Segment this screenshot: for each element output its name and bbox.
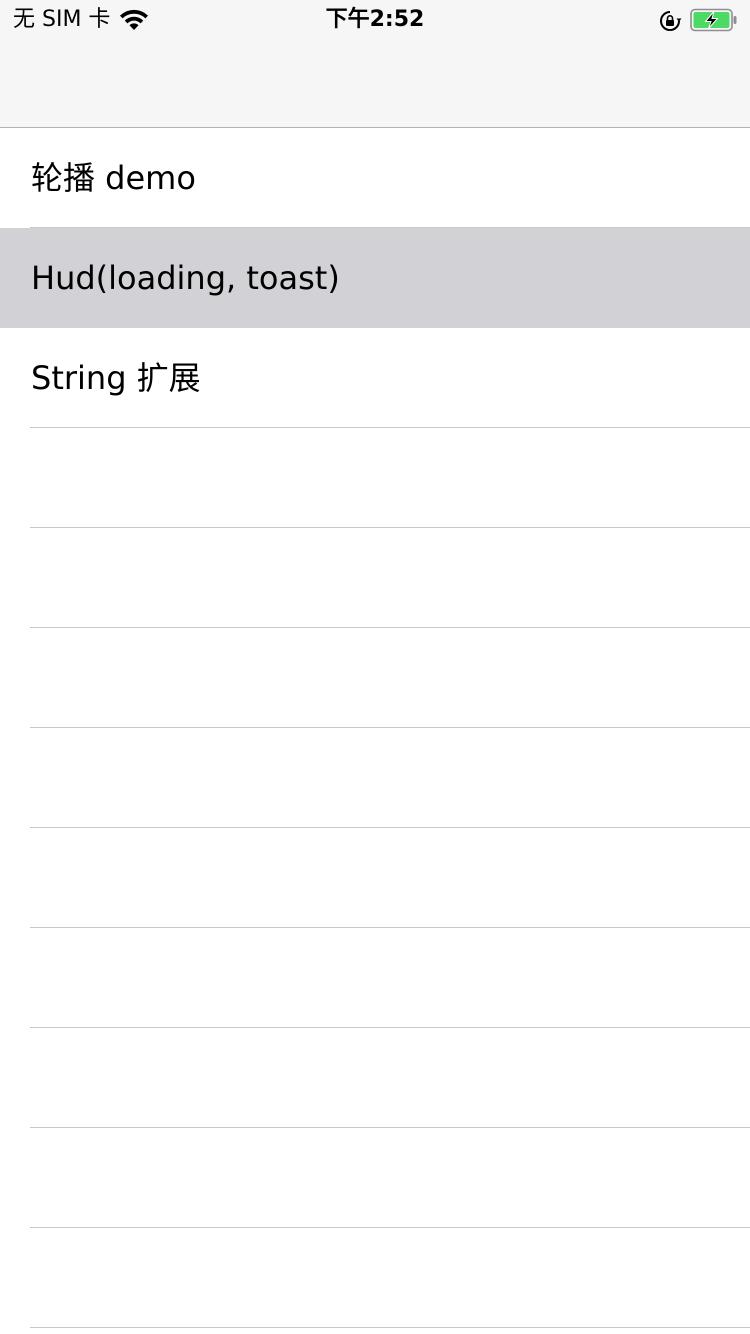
status-bar: 无 SIM 卡 下午2:52 <box>0 0 750 40</box>
row-label: 轮播 demo <box>31 159 196 197</box>
empty-row <box>0 628 750 728</box>
row-separator <box>30 1327 750 1328</box>
table-row[interactable]: Hud(loading, toast) <box>0 228 750 328</box>
empty-row <box>0 528 750 628</box>
row-label: Hud(loading, toast) <box>31 259 340 297</box>
battery-charging-icon <box>690 8 737 32</box>
rotation-lock-icon <box>660 11 682 31</box>
empty-row <box>0 1028 750 1128</box>
table-row[interactable]: String 扩展 <box>0 328 750 428</box>
empty-row <box>0 728 750 828</box>
app-screen: 无 SIM 卡 下午2:52 轮播 demo Hud(loading, toas… <box>0 0 750 1334</box>
navigation-bar: 无 SIM 卡 下午2:52 <box>0 0 750 128</box>
row-label: String 扩展 <box>31 359 201 397</box>
empty-row <box>0 428 750 528</box>
menu-table: 轮播 demo Hud(loading, toast) String 扩展 <box>0 128 750 1334</box>
empty-row <box>0 928 750 1028</box>
status-time: 下午2:52 <box>325 7 425 32</box>
empty-row <box>0 828 750 928</box>
table-row[interactable]: 轮播 demo <box>0 128 750 228</box>
empty-row <box>0 1128 750 1228</box>
empty-row <box>0 1228 750 1328</box>
